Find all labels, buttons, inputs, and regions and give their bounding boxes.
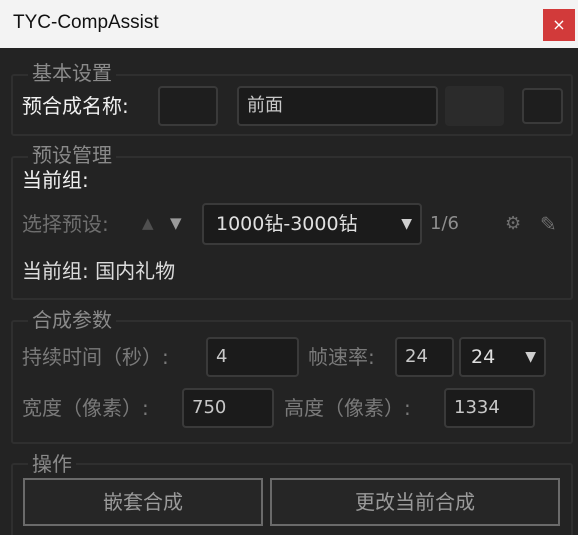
duration-input[interactable]: 4: [206, 337, 299, 377]
width-input[interactable]: 750: [182, 388, 274, 428]
preset-management-legend: 预设管理: [28, 143, 116, 167]
select-preset-label: 选择预设:: [22, 212, 109, 236]
basic-settings-legend: 基本设置: [28, 61, 116, 85]
fps-select-value: 24: [471, 346, 496, 368]
comp-name-prefix-input[interactable]: [158, 86, 218, 126]
chevron-down-icon: ▼: [525, 349, 536, 365]
preset-select[interactable]: 1000钻-3000钻 ▼: [202, 203, 422, 245]
close-icon[interactable]: ×: [543, 9, 575, 41]
gear-icon[interactable]: ⚙: [505, 213, 521, 234]
comp-name-label: 预合成名称:: [22, 94, 129, 118]
width-label: 宽度（像素）:: [22, 396, 149, 420]
comp-name-option-box[interactable]: [522, 88, 563, 124]
current-group-display: 当前组: 国内礼物: [22, 259, 176, 283]
chevron-down-icon: ▼: [401, 216, 412, 232]
duration-label: 持续时间（秒）:: [22, 345, 169, 369]
nest-comp-button[interactable]: 嵌套合成: [23, 478, 263, 526]
actions-legend: 操作: [28, 452, 76, 476]
fps-select[interactable]: 24 ▼: [459, 337, 546, 377]
fps-input[interactable]: 24: [395, 337, 454, 377]
move-up-icon[interactable]: ▲: [142, 214, 154, 232]
comp-params-legend: 合成参数: [28, 308, 116, 332]
comp-name-input[interactable]: 前面: [237, 86, 438, 126]
fps-label: 帧速率:: [308, 345, 375, 369]
pencil-icon[interactable]: ✎: [540, 212, 557, 236]
title-bar: TYC-CompAssist ×: [0, 0, 578, 48]
height-input[interactable]: 1334: [444, 388, 535, 428]
height-label: 高度（像素）:: [284, 396, 411, 420]
change-current-comp-button[interactable]: 更改当前合成: [270, 478, 560, 526]
current-group-label: 当前组:: [22, 168, 89, 192]
comp-name-color-swatch[interactable]: [445, 86, 504, 126]
preset-select-value: 1000钻-3000钻: [216, 213, 358, 235]
preset-counter: 1/6: [430, 213, 459, 234]
move-down-icon[interactable]: ▼: [170, 214, 182, 232]
window-title: TYC-CompAssist: [13, 12, 159, 33]
